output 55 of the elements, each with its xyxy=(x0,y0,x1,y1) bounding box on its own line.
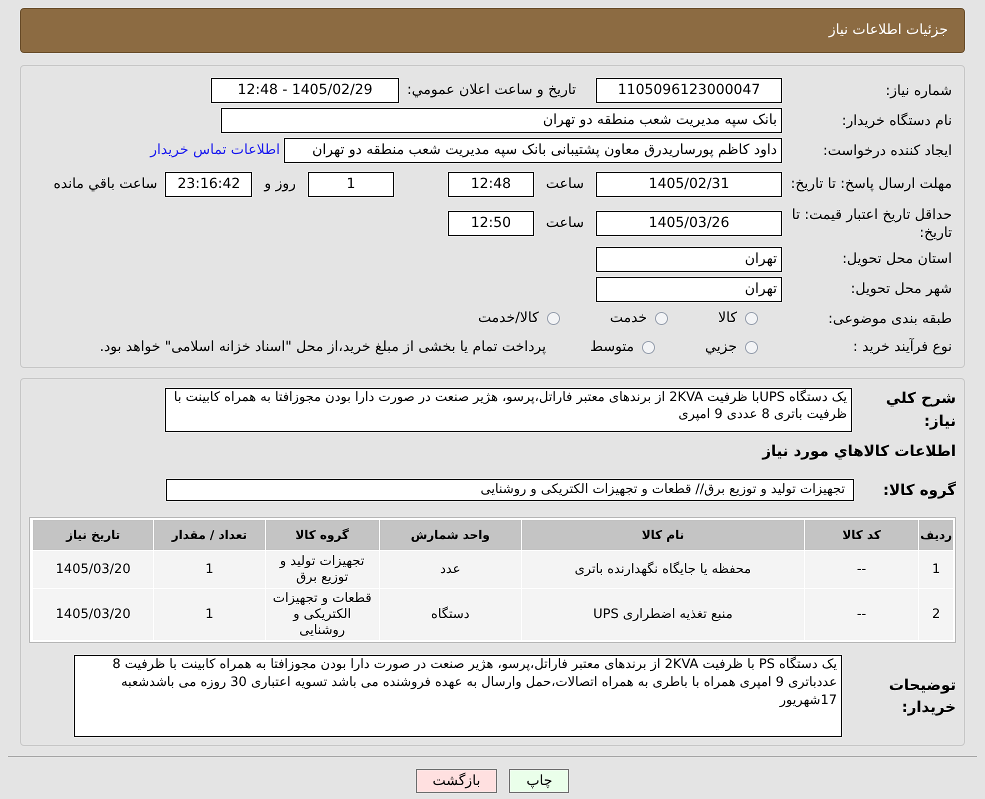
time-label: ساعت xyxy=(546,214,584,234)
radio-button[interactable] xyxy=(655,312,668,326)
section-heading: اطلاعات کالاهاي مورد نیاز xyxy=(760,441,956,462)
back-button[interactable]: بازگشت xyxy=(416,769,498,793)
text-field[interactable]: داود کاظم پورساریدرق معاون پشتیبانی بانک سپه مدیریت شعب منطقه دو تهران xyxy=(284,138,782,163)
radio-label: کالا/خدمت xyxy=(478,309,539,328)
radio-label: متوسط xyxy=(590,338,634,357)
table-cell: 1 xyxy=(153,589,265,640)
radio-label: خدمت xyxy=(610,309,648,328)
radio-label: کالا xyxy=(718,309,737,328)
field-label: حداقل تاریخ اعتبار قیمت: تا تاریخ: xyxy=(790,206,953,242)
field-label: ایجاد کننده درخواست: xyxy=(822,142,953,160)
text-field[interactable]: 12:48 xyxy=(448,172,534,197)
field-label: شماره نیاز: xyxy=(884,82,953,100)
table-cell: 2 xyxy=(918,589,953,640)
text-field[interactable]: 1 xyxy=(308,172,394,197)
field-label: طبقه بندی موضوعی: xyxy=(827,310,953,328)
field-label: نوع فرآیند خرید : xyxy=(852,338,953,356)
table-cell: منبع تغذیه اضطراری UPS xyxy=(520,589,804,640)
text-field[interactable]: 1405/03/26 xyxy=(596,211,782,236)
print-button[interactable]: چاپ xyxy=(509,769,570,793)
field-label: نام دستگاه خریدار: xyxy=(840,112,953,130)
table-cell: دستگاه xyxy=(378,589,521,640)
field-label: توضیحات خریدار: xyxy=(888,674,956,718)
description-textarea[interactable]: یک دستگاه UPSبا ظرفیت 2KVA از برندهای معتبر فاراتل،پرسو، هژیر صنعت در صورت دارا بودن مجوزافتا به همراه کابینت با ظرفیت باتری 8 عددی 9 امپری xyxy=(165,388,852,432)
text-field[interactable]: 1105096123000047 xyxy=(596,78,782,103)
page-title: جزئیات اطلاعات نیاز xyxy=(828,21,948,40)
field-label: استان محل تحویل: xyxy=(841,250,953,268)
field-label: مهلت ارسال پاسخ: تا تاریخ: xyxy=(790,175,953,194)
text-field[interactable]: 1405/02/29 - 12:48 xyxy=(211,78,400,103)
time-label: ساعت xyxy=(546,174,584,194)
text-field[interactable]: تهران xyxy=(596,246,782,272)
field-label: شهر محل تحویل: xyxy=(850,280,953,298)
table-cell: 1405/03/20 xyxy=(32,589,154,640)
goods-group-field[interactable]: تجهیزات تولید و توزیع برق// قطعات و تجهیزات الکتریکی و روشنایی xyxy=(166,478,854,501)
days-label: روز و xyxy=(264,174,296,194)
text-field[interactable]: تهران xyxy=(596,276,782,302)
field-label: تاریخ و ساعت اعلان عمومي: xyxy=(407,81,576,100)
table-cell: -- xyxy=(804,589,918,640)
text-field[interactable]: بانک سپه مدیریت شعب منطقه دو تهران xyxy=(221,108,782,133)
contact-link[interactable]: اطلاعات تماس خریدار xyxy=(150,140,280,161)
radio-button[interactable] xyxy=(642,340,656,354)
table-cell: قطعات و تجهیزات الکتریکی و روشنایی xyxy=(264,589,379,640)
radio-button[interactable] xyxy=(745,340,758,354)
remaining-label: ساعت باقي مانده xyxy=(54,174,158,194)
field-label: گروه کالا: xyxy=(882,480,956,501)
countdown-field[interactable]: 23:16:42 xyxy=(165,172,252,197)
text-field[interactable]: 1405/02/31 xyxy=(596,172,782,197)
notes-textarea[interactable]: یک دستگاه PS با ظرفیت 2KVA از برندهای معتبر فاراتل،پرسو، هژیر صنعت در صورت دارا بودن مجوزافتا به همراه کابینت با ظرفیت 8 عددباتری 9 امپری همراه با باطری به همراه اتصالات،حمل وارسال به عهده فروشنده می باشد تسویه اعتباری 30 روزه می باشدشعبه 17شهریور xyxy=(74,655,842,737)
field-label: شرح کلي نیاز: xyxy=(884,388,956,432)
text-field[interactable]: 12:50 xyxy=(448,211,534,236)
radio-label: جزيي xyxy=(705,338,737,357)
radio-button[interactable] xyxy=(546,312,560,326)
radio-button[interactable] xyxy=(745,312,758,326)
payment-note: پرداخت تمام یا بخشی از مبلغ خرید،از محل "اسناد خزانه اسلامی" خواهد بود. xyxy=(100,338,546,357)
